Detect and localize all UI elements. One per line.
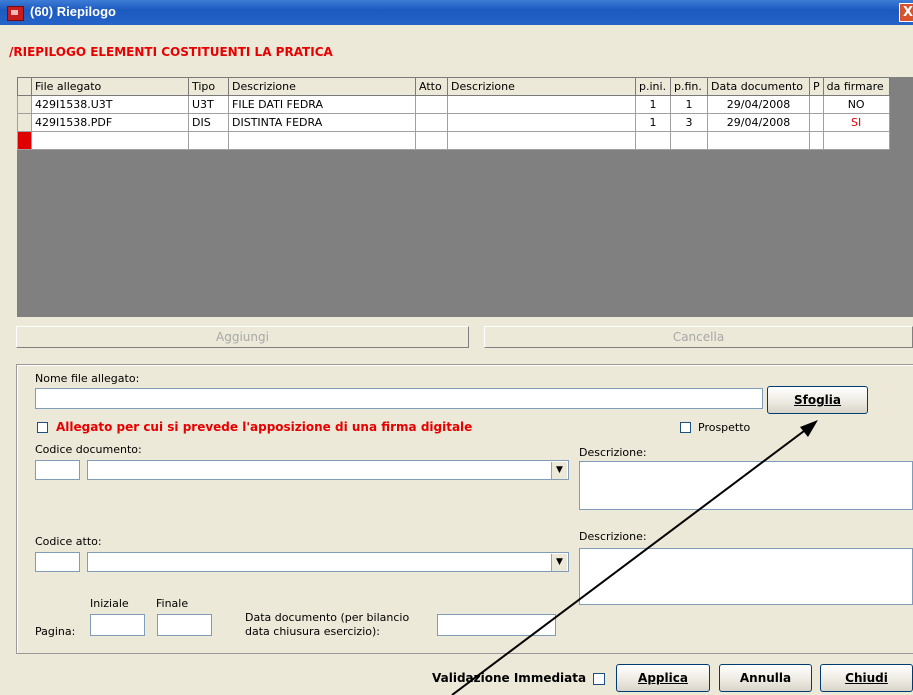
cell-empty[interactable] <box>447 131 636 150</box>
prospetto-checkbox[interactable] <box>680 422 691 433</box>
cell-p[interactable] <box>809 95 824 114</box>
app-icon <box>7 6 24 21</box>
descrizione-atto-label: Descrizione: <box>579 530 647 543</box>
cell-pfin[interactable]: 1 <box>670 95 708 114</box>
iniziale-label: Iniziale <box>90 597 129 610</box>
window-title: (60) Riepilogo <box>30 4 116 19</box>
pagina-finale-input[interactable] <box>157 614 212 636</box>
firma-digitale-label: Allegato per cui si prevede l'apposizion… <box>56 420 473 434</box>
table-row-new[interactable] <box>17 131 890 150</box>
cell-empty[interactable] <box>31 131 189 150</box>
codice-documento-input[interactable] <box>35 460 80 480</box>
column-header[interactable]: Descrizione <box>447 77 636 96</box>
cell-file[interactable]: 429I1538.U3T <box>31 95 189 114</box>
cell-descrizione[interactable]: FILE DATI FEDRA <box>228 95 416 114</box>
nome-file-input[interactable] <box>35 388 763 409</box>
data-documento-label: Data documento (per bilancio <box>245 611 410 624</box>
cell-tipo[interactable]: U3T <box>188 95 229 114</box>
cell-pini[interactable]: 1 <box>635 95 671 114</box>
current-row-indicator[interactable] <box>17 131 32 150</box>
cell-atto[interactable] <box>415 95 448 114</box>
cell-p[interactable] <box>809 113 824 132</box>
codice-atto-select[interactable]: ▼ <box>87 552 569 572</box>
column-header[interactable]: p.ini. <box>635 77 671 96</box>
annulla-button[interactable]: Annulla <box>719 664 812 692</box>
cell-data[interactable]: 29/04/2008 <box>707 113 810 132</box>
cell-empty[interactable] <box>822 131 890 150</box>
section-title: /RIEPILOGO ELEMENTI COSTITUENTI LA PRATI… <box>9 45 333 59</box>
sfoglia-button[interactable]: Sfoglia <box>767 386 868 414</box>
chiudi-button[interactable]: Chiudi <box>820 664 913 692</box>
cell-empty[interactable] <box>415 131 448 150</box>
cell-pfin[interactable]: 3 <box>670 113 708 132</box>
chevron-down-icon[interactable]: ▼ <box>551 462 567 479</box>
grid-header-row: File allegato Tipo Descrizione Atto Desc… <box>17 77 890 96</box>
validazione-label: Validazione Immediata <box>432 671 587 685</box>
attachments-grid[interactable]: File allegato Tipo Descrizione Atto Desc… <box>17 77 890 150</box>
pagina-label: Pagina: <box>35 625 76 638</box>
table-row[interactable]: 429I1538.PDF DIS DISTINTA FEDRA 1 3 29/0… <box>17 113 890 132</box>
prospetto-label: Prospetto <box>698 421 751 434</box>
cell-tipo[interactable]: DIS <box>188 113 229 132</box>
cell-empty[interactable] <box>188 131 229 150</box>
validazione-checkbox[interactable] <box>593 673 605 685</box>
cell-empty[interactable] <box>707 131 810 150</box>
column-header[interactable]: Atto <box>415 77 448 96</box>
column-header[interactable]: File allegato <box>31 77 189 96</box>
column-header[interactable]: Data documento <box>707 77 810 96</box>
pagina-iniziale-input[interactable] <box>90 614 145 636</box>
column-header[interactable]: da firmare <box>822 77 890 96</box>
row-selector-header <box>17 77 32 96</box>
cell-empty[interactable] <box>809 131 824 150</box>
cell-file[interactable]: 429I1538.PDF <box>31 113 189 132</box>
descrizione-documento-label: Descrizione: <box>579 446 647 459</box>
title-bar: (60) Riepilogo X <box>0 0 913 25</box>
codice-documento-select[interactable]: ▼ <box>87 460 569 480</box>
cell-firmare[interactable]: NO <box>822 95 890 114</box>
cell-empty[interactable] <box>228 131 416 150</box>
nome-file-label: Nome file allegato: <box>35 372 140 385</box>
cell-firmare[interactable]: SI <box>822 113 890 132</box>
cell-descrizione-atto[interactable] <box>447 95 636 114</box>
descrizione-atto-textarea[interactable] <box>579 548 913 605</box>
cell-pini[interactable]: 1 <box>635 113 671 132</box>
cell-descrizione-atto[interactable] <box>447 113 636 132</box>
data-documento-input[interactable] <box>437 614 556 636</box>
cell-empty[interactable] <box>670 131 708 150</box>
applica-button[interactable]: Applica <box>616 664 710 692</box>
chevron-down-icon[interactable]: ▼ <box>551 554 567 571</box>
codice-documento-label: Codice documento: <box>35 443 142 456</box>
column-header[interactable]: P <box>809 77 824 96</box>
finale-label: Finale <box>156 597 189 610</box>
table-row[interactable]: 429I1538.U3T U3T FILE DATI FEDRA 1 1 29/… <box>17 95 890 114</box>
column-header[interactable]: Tipo <box>188 77 229 96</box>
cell-empty[interactable] <box>635 131 671 150</box>
column-header[interactable]: Descrizione <box>228 77 416 96</box>
firma-digitale-checkbox[interactable] <box>37 422 48 433</box>
cell-atto[interactable] <box>415 113 448 132</box>
codice-atto-label: Codice atto: <box>35 535 102 548</box>
close-icon[interactable]: X <box>899 3 913 22</box>
data-chiusura-label: data chiusura esercizio): <box>245 625 380 638</box>
descrizione-documento-textarea[interactable] <box>579 461 913 510</box>
cancella-button[interactable]: Cancella <box>484 326 913 348</box>
column-header[interactable]: p.fin. <box>670 77 708 96</box>
aggiungi-button[interactable]: Aggiungi <box>16 326 469 348</box>
row-selector[interactable] <box>17 113 32 132</box>
row-selector[interactable] <box>17 95 32 114</box>
cell-descrizione[interactable]: DISTINTA FEDRA <box>228 113 416 132</box>
cell-data[interactable]: 29/04/2008 <box>707 95 810 114</box>
codice-atto-input[interactable] <box>35 552 80 572</box>
